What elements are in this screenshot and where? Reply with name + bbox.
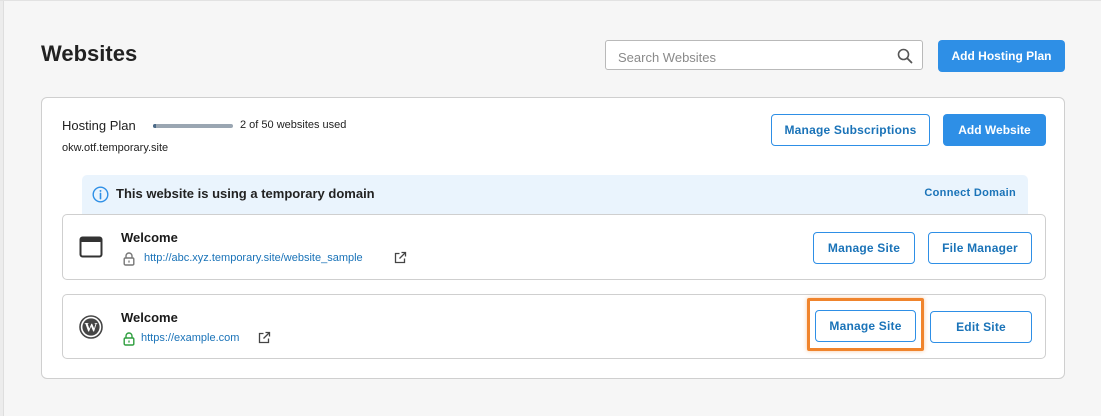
hosting-plan-panel: Hosting Plan 2 of 50 websites used okw.o… — [41, 97, 1065, 379]
temporary-domain-banner: This website is using a temporary domain… — [82, 175, 1028, 215]
manage-subscriptions-button[interactable]: Manage Subscriptions — [771, 114, 930, 146]
top-border — [0, 0, 1101, 1]
site-title: Welcome — [121, 230, 178, 245]
add-hosting-plan-button[interactable]: Add Hosting Plan — [938, 40, 1065, 72]
usage-progress-fill — [153, 124, 157, 128]
usage-text: 2 of 50 websites used — [240, 119, 347, 131]
wordpress-icon: W — [79, 315, 103, 339]
svg-text:W: W — [85, 320, 98, 335]
site-url-link[interactable]: https://example.com — [141, 332, 239, 344]
site-url-link[interactable]: http://abc.xyz.temporary.site/website_sa… — [144, 252, 363, 264]
usage-progress-bar — [153, 124, 233, 128]
search-box[interactable] — [605, 40, 923, 70]
focus-highlight — [807, 298, 924, 351]
lock-icon — [123, 252, 135, 266]
banner-text: This website is using a temporary domain — [116, 186, 375, 201]
search-icon[interactable] — [897, 48, 913, 64]
edit-site-button[interactable]: Edit Site — [930, 311, 1032, 343]
file-manager-button[interactable]: File Manager — [928, 232, 1032, 264]
connect-domain-link[interactable]: Connect Domain — [924, 187, 1016, 199]
manage-site-button[interactable]: Manage Site — [813, 232, 915, 264]
hosting-plan-label: Hosting Plan — [62, 118, 136, 133]
site-title: Welcome — [121, 310, 178, 325]
plan-domain: okw.otf.temporary.site — [62, 142, 169, 154]
add-website-button[interactable]: Add Website — [943, 114, 1046, 146]
secure-lock-icon — [123, 332, 135, 346]
browser-window-icon — [79, 236, 103, 258]
site-card: Welcome http://abc.xyz.temporary.site/we… — [62, 214, 1046, 280]
search-input[interactable] — [616, 47, 890, 67]
external-link-icon[interactable] — [394, 251, 407, 264]
left-edge — [0, 0, 4, 416]
info-icon — [92, 186, 109, 203]
page-title: Websites — [41, 41, 138, 66]
external-link-icon[interactable] — [258, 331, 271, 344]
